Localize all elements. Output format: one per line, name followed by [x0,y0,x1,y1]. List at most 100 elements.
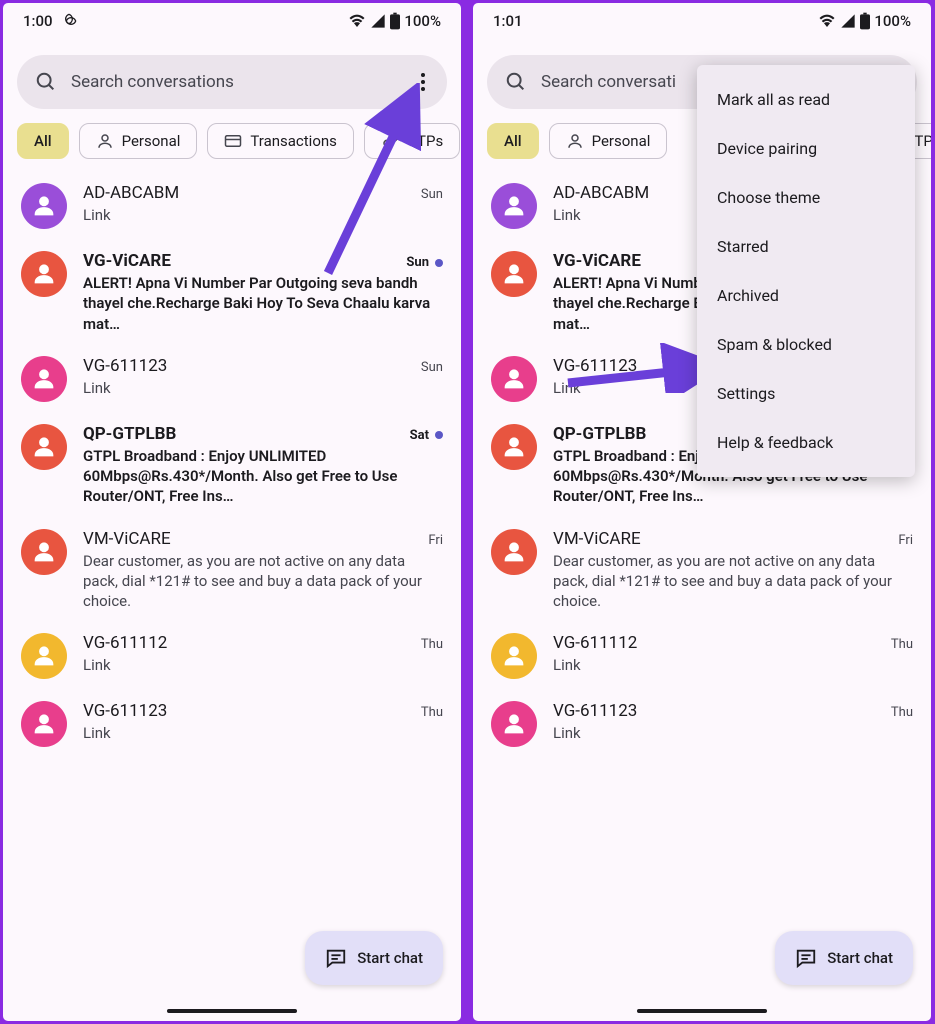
avatar [21,251,67,297]
conversation-body: VG-611123 Thu Link [83,701,443,747]
nav-handle[interactable] [637,1009,767,1013]
avatar [21,633,67,679]
conversation-title: VG-611123 [553,701,637,721]
chip-otps[interactable]: OTPs [364,123,460,159]
unread-dot-icon [435,259,443,267]
conversation-row[interactable]: VM-ViCARE Fri Dear customer, as you are no… [473,515,931,620]
conversation-preview: Link [83,655,443,675]
conversation-body: VG-ViCARESunALERT! Apna Vi Number Par Ou… [83,251,443,334]
signal-icon [370,13,386,29]
conversation-row[interactable]: VG-611112 Thu Link [473,619,931,687]
conversation-row[interactable]: VG-611123SunLink [3,342,461,410]
pinwheel-icon [61,13,77,29]
menu-starred[interactable]: Starred [697,222,915,271]
conversation-date: Fri [428,533,443,548]
conversation-body: AD-ABCABMSunLink [83,183,443,229]
conversation-body: VG-611112 Thu Link [553,633,913,679]
conversation-body: VG-611123SunLink [83,356,443,402]
more-menu-button[interactable] [411,70,435,94]
conversation-body: VG-611112 Thu Link [83,633,443,679]
start-chat-fab[interactable]: Start chat [305,931,443,985]
search-icon [35,71,57,93]
search-bar[interactable]: Search conversations [17,55,447,109]
conversation-title: VG-611123 [83,356,167,376]
conversation-date: Thu [891,637,913,652]
menu-settings[interactable]: Settings [697,369,915,418]
conversation-body: VM-ViCARE Fri Dear customer, as you are no… [553,529,913,612]
overflow-menu: Mark all as read Device pairing Choose t… [697,65,915,477]
statusbar: 1:00 100% [3,3,461,39]
key-icon [381,132,399,150]
conversation-row[interactable]: VG-611123 Thu Link [3,687,461,755]
conversation-body: VG-611123ThuLink [553,701,913,747]
battery-icon [860,12,870,30]
conversation-row[interactable]: VM-ViCAREFriDear customer, as you are no… [3,515,461,620]
conversation-title: VM-ViCARE [553,529,641,549]
menu-choose-theme[interactable]: Choose theme [697,173,915,222]
wifi-icon [818,12,836,30]
battery-percent: 100% [404,12,441,30]
conversation-title: VM-ViCARE [83,529,171,549]
conversation-title: AD-ABCABM [83,183,179,203]
avatar [491,633,537,679]
battery-percent: 100% [874,12,911,30]
conversation-title: AD-ABCABM [553,183,649,203]
conversation-preview: Dear customer, as you are not active on … [553,551,913,612]
conversation-row[interactable]: VG-ViCARESunALERT! Apna Vi Number Par Ou… [3,237,461,342]
avatar [21,356,67,402]
menu-spam-blocked[interactable]: Spam & blocked [697,320,915,369]
conversation-body: QP-GTPLBB Sat GTPL Broadband : Enjoy UNLIM… [83,424,443,507]
avatar [21,183,67,229]
person-icon [96,132,114,150]
chip-all[interactable]: All [17,123,69,159]
filter-chips: All Personal Transactions OTPs [3,109,461,169]
avatar [491,183,537,229]
conversation-date: Sat [410,428,443,443]
battery-icon [390,12,400,30]
chip-all[interactable]: All [487,123,539,159]
conversation-title: QP-GTPLBB [83,424,176,444]
conversation-date: Sun [406,255,443,270]
conversation-preview: Link [553,655,913,675]
nav-handle[interactable] [167,1009,297,1013]
conversation-title: QP-GTPLBB [553,424,646,444]
conversation-title: VG-611112 [83,633,167,653]
menu-device-pairing[interactable]: Device pairing [697,124,915,173]
avatar [21,529,67,575]
avatar [491,251,537,297]
card-icon [224,132,242,150]
avatar [21,701,67,747]
wifi-icon [348,12,366,30]
conversation-date: Sun [421,187,443,202]
conversation-row[interactable]: VG-611112 Thu Link [3,619,461,687]
conversation-row[interactable]: VG-611123ThuLink [473,687,931,755]
menu-mark-all-read[interactable]: Mark all as read [697,75,915,124]
conversation-title: VG-611123 [553,356,637,376]
conversation-preview: Link [83,378,443,398]
conversation-row[interactable]: QP-GTPLBB Sat GTPL Broadband : Enjoy UNLIM… [3,410,461,515]
conversation-date: Fri [898,533,913,548]
conversation-date: Thu [421,705,443,720]
conversation-date: Thu [421,637,443,652]
conversation-title: VG-ViCARE [553,251,641,271]
conversation-preview: Link [83,723,443,743]
conversation-title: VG-611112 [553,633,637,653]
start-chat-fab[interactable]: Start chat [775,931,913,985]
conversation-row[interactable]: AD-ABCABMSunLink [3,169,461,237]
menu-help-feedback[interactable]: Help & feedback [697,418,915,467]
avatar [491,424,537,470]
chat-icon [795,947,817,969]
conversation-title: VG-611123 [83,701,167,721]
phone-left: 1:00 100% Search conversations All Perso… [0,0,464,1024]
statusbar: 1:01 100% [473,3,931,39]
phone-right: 1:01 100% Search conversati All Personal… [470,0,934,1024]
avatar [21,424,67,470]
menu-archived[interactable]: Archived [697,271,915,320]
conversation-preview: ALERT! Apna Vi Number Par Outgoing seva … [83,273,443,334]
chip-personal[interactable]: Personal [549,123,668,159]
conversation-list-left[interactable]: AD-ABCABM Sun Link VG-ViCARESunALERT! Apna … [3,169,461,1021]
search-placeholder: Search conversations [71,72,397,92]
conversation-preview: GTPL Broadband : Enjoy UNLIMITED 60Mbps@… [83,446,443,507]
chip-transactions[interactable]: Transactions [207,123,354,159]
chip-personal[interactable]: Personal [79,123,198,159]
